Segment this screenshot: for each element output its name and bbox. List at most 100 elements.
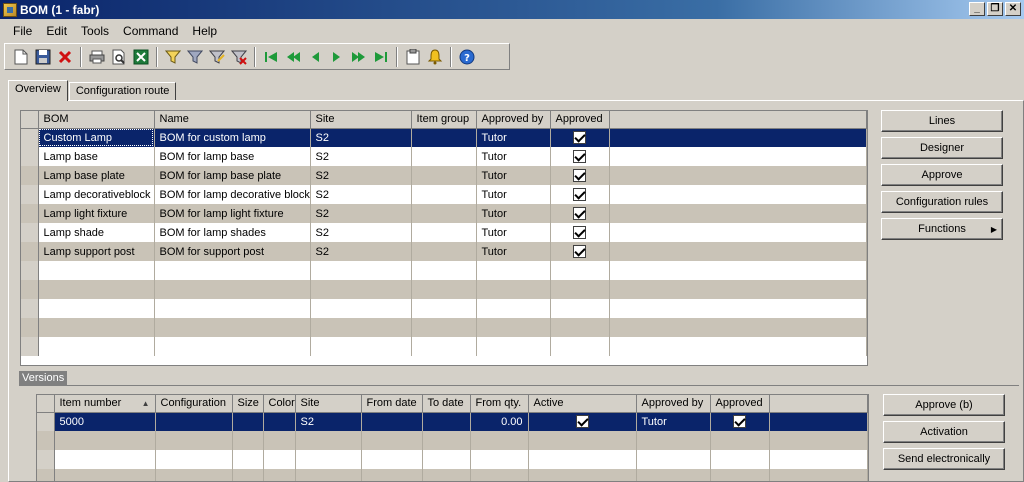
cell-to-date[interactable] [422, 412, 471, 431]
cell-configuration[interactable] [155, 412, 233, 431]
cell-item-group[interactable] [411, 185, 477, 204]
cell-approved[interactable] [550, 147, 610, 166]
cell-from-date[interactable] [361, 412, 423, 431]
cell-approved[interactable] [550, 204, 610, 223]
restore-button[interactable]: ❐ [987, 2, 1003, 16]
cell-name[interactable]: BOM for lamp base plate [154, 166, 311, 185]
close-button[interactable]: ✕ [1005, 2, 1021, 16]
filter-by-grid-icon[interactable] [185, 47, 205, 67]
print-preview-icon[interactable] [109, 47, 129, 67]
cell-color[interactable] [263, 412, 296, 431]
print-icon[interactable] [87, 47, 107, 67]
col-header-approved[interactable]: Approved [550, 111, 610, 129]
cell-site[interactable]: S2 [310, 185, 412, 204]
cell-name[interactable]: BOM for lamp base [154, 147, 311, 166]
table-row[interactable]: Lamp light fixture BOM for lamp light fix… [21, 204, 867, 223]
cell-bom[interactable]: Custom Lamp [38, 128, 155, 147]
row-selector[interactable] [37, 412, 55, 431]
cell-approved[interactable] [550, 166, 610, 185]
col-header-site[interactable]: Site [310, 111, 412, 129]
row-selector[interactable] [21, 185, 39, 204]
table-row[interactable]: Lamp decorativeblock BOM for lamp decorat… [21, 185, 867, 204]
cell-name[interactable]: BOM for lamp light fixture [154, 204, 311, 223]
approved-checkbox[interactable] [573, 150, 586, 163]
functions-button[interactable]: Functions ▶ [881, 218, 1003, 240]
tab-configuration-route[interactable]: Configuration route [68, 82, 177, 101]
col-header-approved[interactable]: Approved [710, 395, 770, 413]
active-checkbox[interactable] [575, 415, 589, 429]
cell-item-number[interactable]: 5000 [54, 412, 156, 431]
next-record-icon[interactable] [327, 47, 347, 67]
cell-bom[interactable]: Lamp light fixture [38, 204, 155, 223]
previous-page-icon[interactable] [283, 47, 303, 67]
approve-version-button[interactable]: Approve (b) [883, 394, 1005, 416]
menu-help[interactable]: Help [185, 24, 224, 38]
col-header-from-date[interactable]: From date [361, 395, 423, 413]
cell-approved-by[interactable]: Tutor [476, 128, 551, 147]
col-header-configuration[interactable]: Configuration [155, 395, 233, 413]
col-header-color[interactable]: Color [263, 395, 296, 413]
cell-name[interactable]: BOM for lamp decorative block [154, 185, 311, 204]
col-header-bom[interactable]: BOM [38, 111, 155, 129]
cell-bom[interactable]: Lamp base [38, 147, 155, 166]
cell-site[interactable]: S2 [295, 412, 362, 431]
approved-checkbox[interactable] [733, 415, 746, 429]
activation-button[interactable]: Activation [883, 421, 1005, 443]
col-header-item-group[interactable]: Item group [411, 111, 477, 129]
cell-approved-by[interactable]: Tutor [636, 412, 711, 431]
approved-checkbox[interactable] [573, 131, 586, 145]
filter-by-selection-icon[interactable] [163, 47, 183, 67]
cell-approved-by[interactable]: Tutor [476, 242, 551, 261]
approved-checkbox[interactable] [573, 226, 586, 239]
row-selector[interactable] [21, 166, 39, 185]
menu-file[interactable]: File [6, 24, 39, 38]
next-page-icon[interactable] [349, 47, 369, 67]
delete-icon[interactable] [55, 47, 75, 67]
cell-approved-by[interactable]: Tutor [476, 223, 551, 242]
approved-checkbox[interactable] [573, 188, 586, 201]
cell-approved[interactable] [550, 185, 610, 204]
save-icon[interactable] [33, 47, 53, 67]
last-record-icon[interactable] [371, 47, 391, 67]
remove-filter-icon[interactable] [229, 47, 249, 67]
excel-icon[interactable] [131, 47, 151, 67]
cell-item-group[interactable] [411, 128, 477, 147]
col-header-name[interactable]: Name [154, 111, 311, 129]
menu-command[interactable]: Command [116, 24, 185, 38]
col-header-approved-by[interactable]: Approved by [476, 111, 551, 129]
cell-site[interactable]: S2 [310, 242, 412, 261]
cell-approved[interactable] [710, 412, 770, 431]
cell-bom[interactable]: Lamp decorativeblock [38, 185, 155, 204]
table-row[interactable]: Lamp support post BOM for support post S2 T… [21, 242, 867, 261]
cell-item-group[interactable] [411, 223, 477, 242]
cell-approved-by[interactable]: Tutor [476, 166, 551, 185]
row-selector[interactable] [21, 147, 39, 166]
table-row[interactable]: Custom Lamp BOM for custom lamp S2 Tutor [21, 128, 867, 147]
cell-from-qty[interactable]: 0.00 [470, 412, 529, 431]
configuration-rules-button[interactable]: Configuration rules [881, 191, 1003, 213]
cell-site[interactable]: S2 [310, 128, 412, 147]
approve-button[interactable]: Approve [881, 164, 1003, 186]
cell-item-group[interactable] [411, 166, 477, 185]
cell-approved-by[interactable]: Tutor [476, 147, 551, 166]
lines-button[interactable]: Lines [881, 110, 1003, 132]
row-selector[interactable] [21, 204, 39, 223]
table-row[interactable]: 5000 S2 0.00 Tutor [37, 412, 868, 431]
document-handling-icon[interactable] [403, 47, 423, 67]
cell-approved[interactable] [550, 128, 610, 147]
table-row[interactable]: Lamp base plate BOM for lamp base plate S2… [21, 166, 867, 185]
help-icon[interactable]: ? [457, 47, 477, 67]
cell-name[interactable]: BOM for support post [154, 242, 311, 261]
col-header-item-number[interactable]: Item number ▲ [54, 395, 156, 413]
cell-item-group[interactable] [411, 147, 477, 166]
cell-bom[interactable]: Lamp shade [38, 223, 155, 242]
col-header-active[interactable]: Active [528, 395, 637, 413]
cell-active[interactable] [528, 412, 637, 431]
approved-checkbox[interactable] [573, 207, 586, 220]
menu-tools[interactable]: Tools [74, 24, 116, 38]
cell-item-group[interactable] [411, 242, 477, 261]
cell-approved-by[interactable]: Tutor [476, 204, 551, 223]
cell-name[interactable]: BOM for custom lamp [154, 128, 311, 147]
row-selector[interactable] [21, 223, 39, 242]
row-selector[interactable] [21, 242, 39, 261]
